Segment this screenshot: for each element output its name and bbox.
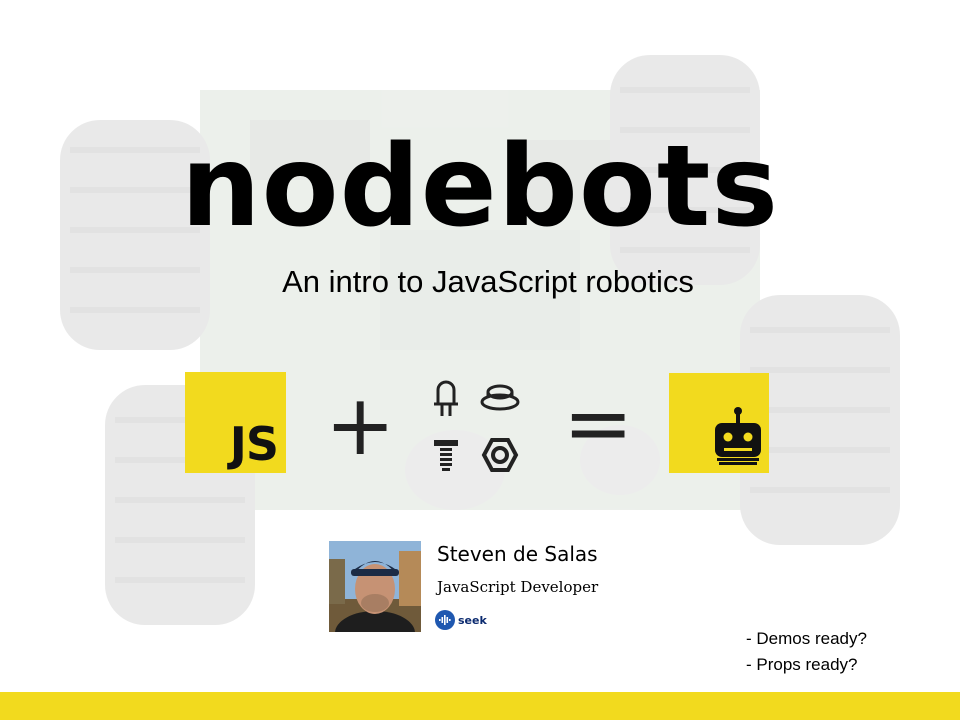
js-logo-label: JS bbox=[229, 417, 279, 471]
screw-icon bbox=[434, 440, 458, 471]
speaker-notes: - Demos ready? - Props ready? bbox=[746, 626, 867, 678]
slide-title: nodebots bbox=[180, 122, 780, 252]
slide-subtitle: An intro to JavaScript robotics bbox=[282, 264, 694, 299]
footer-bar bbox=[0, 692, 960, 720]
robot-logo bbox=[669, 373, 769, 473]
hardware-parts-icons bbox=[434, 380, 520, 472]
speaker-name: Steven de Salas bbox=[437, 542, 598, 566]
note-item: - Props ready? bbox=[746, 655, 858, 674]
button-icon bbox=[480, 384, 520, 411]
led-icon bbox=[434, 380, 458, 416]
seek-logo-icon bbox=[435, 610, 455, 630]
robot-icon bbox=[715, 407, 761, 465]
plus-sign: + bbox=[325, 376, 396, 474]
speaker-avatar bbox=[329, 541, 421, 632]
speaker-role: JavaScript Developer bbox=[437, 578, 599, 596]
hex-nut-icon bbox=[481, 438, 519, 472]
js-logo: JS bbox=[185, 372, 286, 473]
company-name: seek bbox=[458, 613, 487, 627]
company-logo: seek bbox=[435, 610, 487, 630]
note-item: - Demos ready? bbox=[746, 629, 867, 648]
equals-sign: = bbox=[563, 374, 634, 472]
